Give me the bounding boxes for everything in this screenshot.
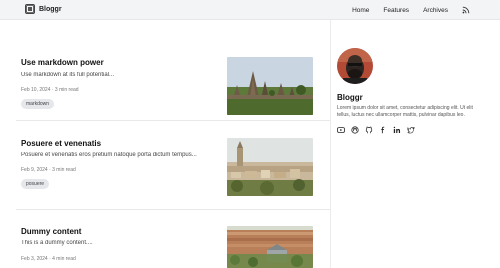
post-excerpt: This is a dummy content.... <box>21 240 93 246</box>
post-excerpt: Use markdown at its full potential... <box>21 72 115 78</box>
twitter-icon[interactable] <box>407 126 415 134</box>
nav-features-link[interactable]: Features <box>383 7 409 14</box>
hillside-town-photo[interactable] <box>227 138 313 196</box>
youtube-icon[interactable] <box>337 126 345 134</box>
nav-archives-link[interactable]: Archives <box>423 7 448 14</box>
post-tag[interactable]: markdown <box>21 99 55 109</box>
post-card[interactable]: Posuere et venenatis Posuere et venenati… <box>16 121 316 209</box>
post-title[interactable]: Dummy content <box>21 227 81 236</box>
city-aerial-photo[interactable] <box>227 226 313 268</box>
logo-icon <box>25 4 35 14</box>
top-navbar: Bloggr Home Features Archives <box>0 0 500 20</box>
sidebar-description: Lorem ipsum dolor sit amet, consectetur … <box>337 105 473 118</box>
brand-name: Bloggr <box>39 5 62 13</box>
sidebar-title: Bloggr <box>337 93 363 102</box>
post-card[interactable]: Use markdown power Use markdown at its f… <box>16 40 316 120</box>
post-meta: Feb 10, 2024 · 3 min read <box>21 87 79 93</box>
nav-home-link[interactable]: Home <box>352 7 369 14</box>
nav-links: Home Features Archives <box>352 0 470 20</box>
post-meta: Feb 3, 2024 · 4 min read <box>21 256 76 262</box>
mastodon-icon[interactable] <box>351 126 359 134</box>
rss-icon[interactable] <box>462 6 470 14</box>
avatar-photo <box>337 48 373 84</box>
linkedin-icon[interactable] <box>393 126 401 134</box>
temple-ruins-photo[interactable] <box>227 57 313 115</box>
brand-link[interactable]: Bloggr <box>25 4 62 14</box>
post-card[interactable]: Dummy content This is a dummy content...… <box>16 210 316 268</box>
post-tag[interactable]: posuere <box>21 179 50 189</box>
sidebar-divider <box>330 20 331 268</box>
post-excerpt: Posuere et venenatis eros pretium natoqu… <box>21 152 197 158</box>
post-title[interactable]: Use markdown power <box>21 58 104 67</box>
post-title[interactable]: Posuere et venenatis <box>21 139 101 148</box>
facebook-icon[interactable] <box>379 126 387 134</box>
github-icon[interactable] <box>365 126 373 134</box>
social-links <box>337 126 415 134</box>
post-meta: Feb 9, 2024 · 3 min read <box>21 167 76 173</box>
